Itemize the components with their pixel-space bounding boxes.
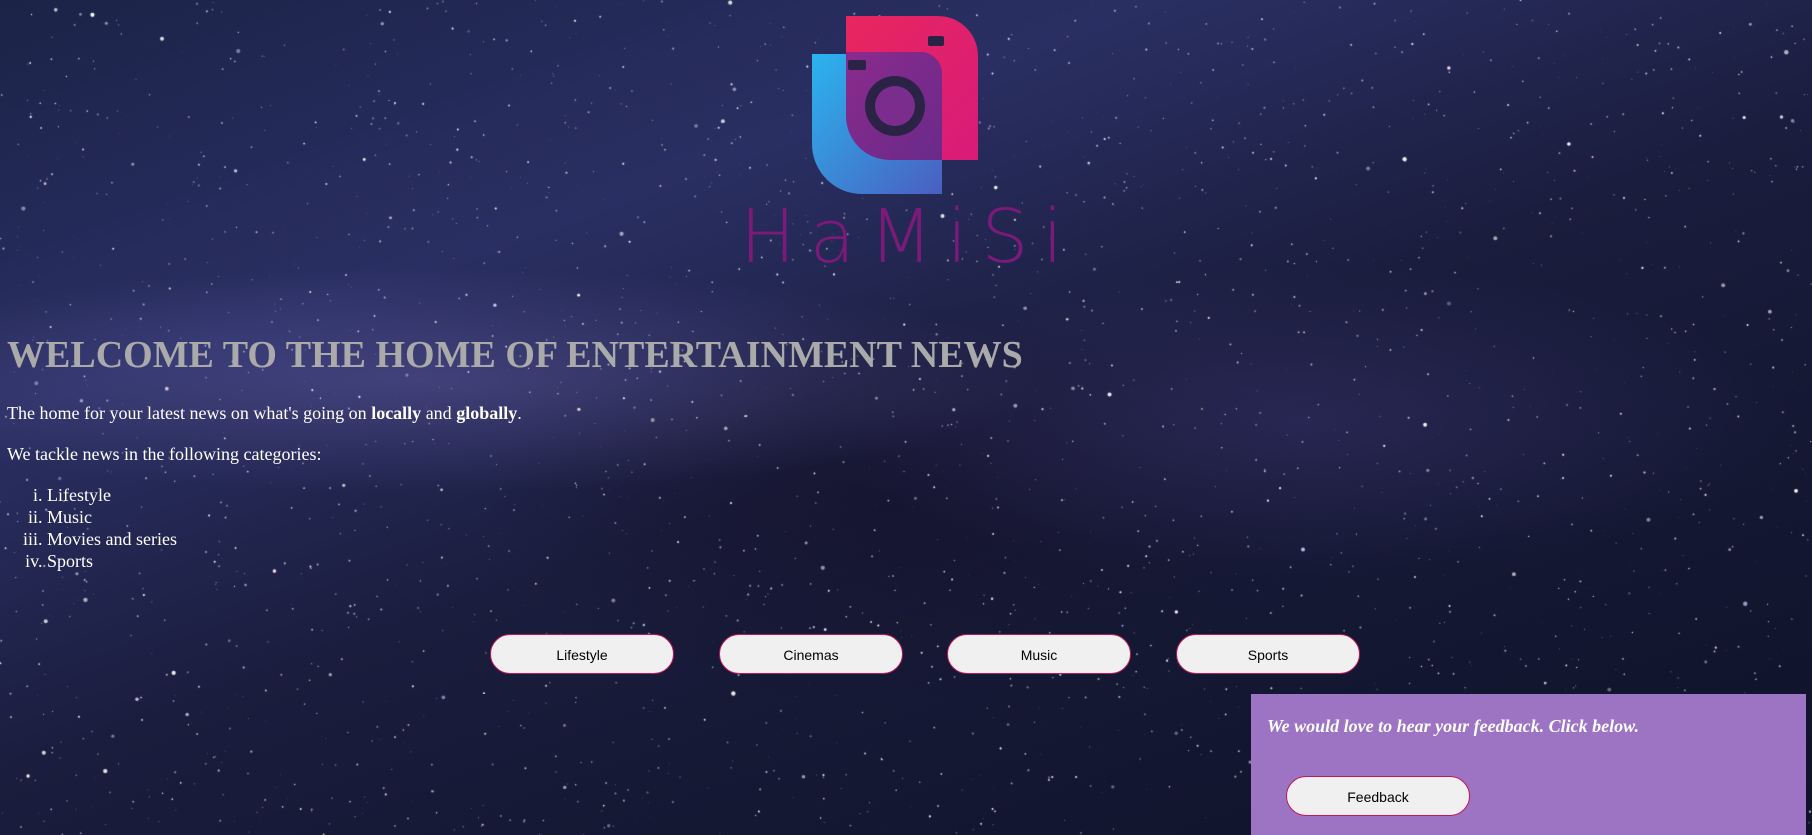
feedback-panel: We would love to hear your feedback. Cli… — [1251, 694, 1806, 835]
camera-icon — [812, 16, 978, 194]
categories-intro: We tackle news in the following categori… — [7, 444, 322, 464]
logo: HaMiSi — [740, 10, 1077, 280]
lifestyle-button[interactable]: Lifestyle — [490, 634, 674, 674]
feedback-button[interactable]: Feedback — [1286, 776, 1470, 816]
page-heading: WELCOME TO THE HOME OF ENTERTAINMENT NEW… — [7, 334, 1023, 376]
intro-text: The home for your latest news on what's … — [7, 402, 522, 424]
category-list: Lifestyle Music Movies and series Sports — [7, 484, 177, 572]
list-item: Sports — [47, 550, 177, 572]
sports-button[interactable]: Sports — [1176, 634, 1360, 674]
intro-suffix: . — [517, 403, 522, 423]
feedback-message: We would love to hear your feedback. Cli… — [1267, 716, 1639, 736]
intro-globally: globally — [456, 403, 518, 423]
brand-name: HaMiSi — [740, 194, 1077, 280]
intro-and: and — [421, 403, 457, 423]
list-item: Lifestyle — [47, 484, 177, 506]
music-button[interactable]: Music — [947, 634, 1131, 674]
intro-prefix: The home for your latest news on what's … — [7, 403, 372, 423]
intro-locally: locally — [371, 403, 422, 423]
list-item: Movies and series — [47, 528, 177, 550]
list-item: Music — [47, 506, 177, 528]
cinemas-button[interactable]: Cinemas — [719, 634, 903, 674]
